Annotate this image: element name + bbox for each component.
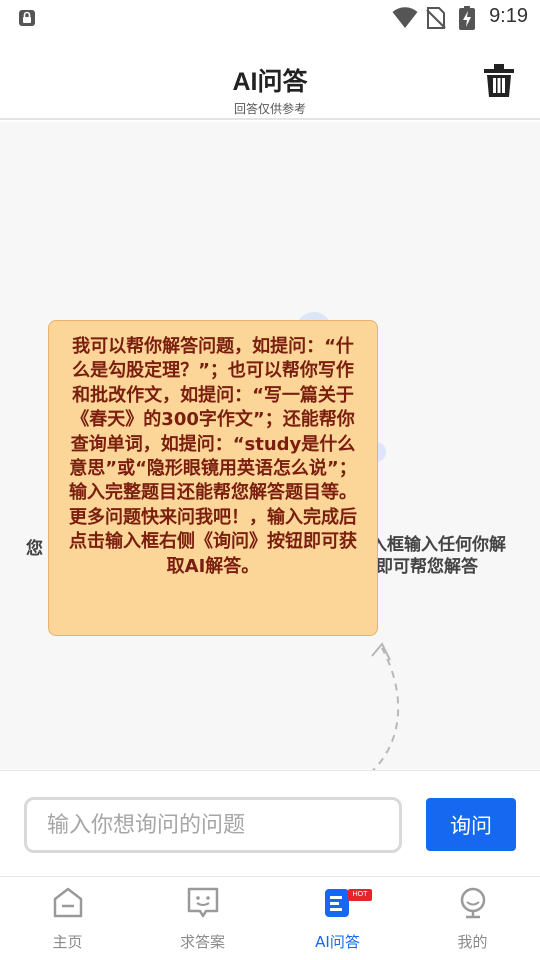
tab-profile-label: 我的 — [457, 933, 488, 951]
usage-tip-text: 我可以帮你解答问题，如提问：“什么是勾股定理？”；也可以帮你写作和批改作文，如提… — [69, 336, 357, 577]
message-icon — [187, 887, 218, 918]
tab-answers[interactable]: 求答案 — [135, 877, 270, 960]
intro-text-left: 您 — [26, 539, 43, 559]
tab-ai-qa-label: AI问答 — [315, 933, 360, 951]
no-sim-icon — [426, 7, 446, 29]
page-title: AI问答 — [232, 68, 308, 96]
home-icon — [53, 887, 82, 918]
wifi-icon — [392, 7, 418, 28]
status-bar: 9:19 — [0, 0, 540, 36]
tab-home-label: 主页 — [52, 933, 83, 951]
lock-icon — [19, 10, 35, 26]
tab-home[interactable]: 主页 — [0, 877, 135, 960]
trash-icon[interactable] — [484, 64, 514, 98]
intro-text-right-line1: 入框输入任何你解 — [370, 535, 506, 555]
bottom-tab-bar: 主页 求答案 HOT AI问答 我的 — [0, 876, 540, 960]
input-bar: 询问 — [0, 770, 540, 876]
ask-button[interactable]: 询问 — [426, 798, 516, 851]
profile-icon — [460, 887, 485, 919]
page-subtitle: 回答仅供参考 — [233, 102, 306, 116]
app-header: AI问答 回答仅供参考 — [0, 36, 540, 120]
tab-answers-label: 求答案 — [179, 933, 225, 951]
tab-ai-qa[interactable]: HOT AI问答 — [270, 877, 405, 960]
question-input[interactable] — [24, 797, 402, 853]
battery-charging-icon — [459, 6, 475, 30]
hot-badge: HOT — [348, 889, 372, 901]
intro-text-right: 入框输入任何你解 即可帮您解答 — [370, 534, 506, 578]
clock: 9:19 — [489, 5, 528, 27]
usage-tip-bubble[interactable]: 我可以帮你解答问题，如提问：“什么是勾股定理？”；也可以帮你写作和批改作文，如提… — [48, 320, 378, 636]
tab-profile[interactable]: 我的 — [405, 877, 540, 960]
intro-text-right-line2: 即可帮您解答 — [376, 557, 478, 577]
